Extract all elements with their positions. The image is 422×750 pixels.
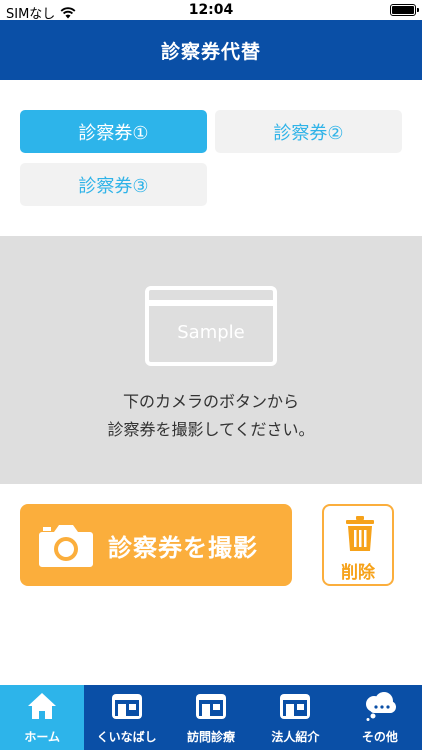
instruction-line-2: 診察券を撮影してください。 [107, 420, 315, 439]
tabbar-label-kuinabashi: くいなばし [96, 730, 157, 744]
card-placeholder-icon: Sample [145, 286, 277, 366]
tabbar-label-home: ホーム [24, 730, 61, 744]
tabbar-item-other[interactable]: その他 [338, 685, 422, 750]
clinic-icon [196, 694, 227, 719]
tabbar-item-home-visit[interactable]: 訪問診療 [169, 685, 253, 750]
tab-card-1[interactable]: 診察券① [20, 110, 207, 153]
instruction-line-1: 下のカメラのボタンから [122, 392, 299, 411]
card-stripe [149, 300, 273, 306]
more-icon [365, 692, 396, 721]
capture-card-label: 診察券を撮影 [108, 533, 258, 562]
bottom-tab-bar: ホーム くいなばし 訪問診療 法人紹介 その他 [0, 685, 422, 750]
tabbar-label-corporation: 法人紹介 [271, 730, 320, 744]
battery-icon [390, 4, 419, 16]
home-icon [28, 693, 57, 719]
card-preview: Sample 下のカメラのボタンから 診察券を撮影してください。 [0, 236, 422, 484]
trash-icon [346, 516, 374, 551]
nav-bar: 診察券代替 [0, 20, 422, 80]
camera-icon [39, 525, 93, 567]
clinic-icon [280, 694, 311, 719]
instruction-text: 下のカメラのボタンから 診察券を撮影してください。 [0, 388, 422, 444]
clinic-icon [111, 694, 142, 719]
page-title: 診察券代替 [160, 40, 261, 63]
tabbar-item-corporation[interactable]: 法人紹介 [253, 685, 337, 750]
card-tabs: 診察券① 診察券② 診察券③ [0, 80, 422, 236]
delete-label: 削除 [341, 563, 375, 583]
sample-label: Sample [177, 322, 245, 343]
status-bar: SIMなし 12:04 [0, 0, 422, 22]
status-time: 12:04 [188, 2, 234, 18]
tabbar-item-home[interactable]: ホーム [0, 685, 85, 750]
delete-button[interactable]: 削除 [322, 504, 394, 586]
tabbar-label-other: その他 [361, 730, 398, 744]
tab-card-3[interactable]: 診察券③ [20, 163, 207, 206]
capture-card-button[interactable]: 診察券を撮影 [20, 504, 292, 586]
tab-card-2[interactable]: 診察券② [215, 110, 402, 153]
tabbar-label-home-visit: 訪問診療 [187, 730, 236, 744]
tabbar-item-kuinabashi[interactable]: くいなばし [84, 685, 168, 750]
